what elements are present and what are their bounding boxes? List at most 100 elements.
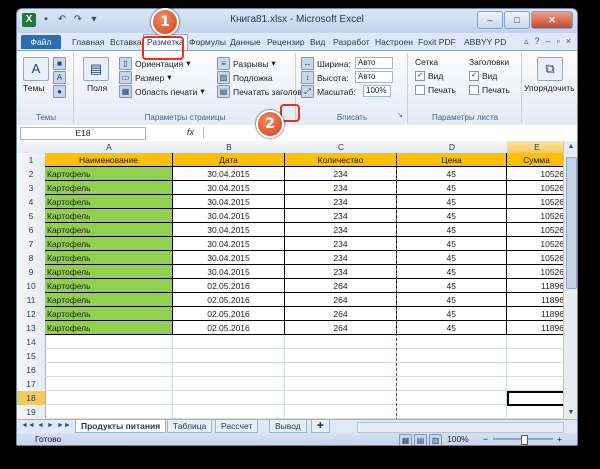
theme-colors-icon[interactable]: ■ (53, 57, 66, 70)
sheet-tab-products[interactable]: Продукты питания (75, 420, 167, 433)
insert-sheet-icon[interactable]: ✚ (311, 420, 330, 433)
next-sheet-icon[interactable]: ► (47, 422, 54, 429)
empty-cell[interactable] (173, 363, 285, 377)
empty-cell[interactable] (45, 391, 173, 405)
table-cell[interactable]: 45 (397, 209, 507, 223)
empty-cell[interactable] (397, 377, 507, 391)
table-cell[interactable]: Картофель (45, 279, 173, 293)
table-cell[interactable]: 02.05.2016 (173, 307, 285, 321)
table-cell[interactable]: 234 (285, 181, 397, 195)
empty-cell[interactable] (45, 363, 173, 377)
table-cell[interactable]: 10526 (507, 181, 563, 195)
empty-cell[interactable] (507, 335, 563, 349)
tab-file[interactable]: Файл (21, 35, 61, 49)
table-cell[interactable]: 264 (285, 307, 397, 321)
table-cell[interactable]: 30.04.2015 (173, 181, 285, 195)
empty-cell[interactable] (397, 405, 507, 419)
tab-data[interactable]: Данные (227, 35, 264, 49)
table-header-cell[interactable]: Дата (173, 153, 285, 167)
prev-sheet-icon[interactable]: ◄ (37, 422, 44, 429)
empty-cell[interactable] (507, 377, 563, 391)
empty-cell[interactable] (173, 349, 285, 363)
table-cell[interactable]: 234 (285, 195, 397, 209)
vertical-scrollbar[interactable]: ▲ ▼ (563, 141, 577, 419)
tab-developer[interactable]: Разработ (330, 35, 373, 49)
width-dropdown[interactable]: Авто (355, 57, 393, 69)
table-cell[interactable]: 10526 (507, 223, 563, 237)
workbook-close-icon[interactable]: × (566, 36, 571, 47)
empty-cell[interactable] (45, 349, 173, 363)
name-box[interactable]: E18 (20, 127, 146, 140)
spreadsheet-grid[interactable]: A B C D E 1 Наименование Дата Количество Цена Сумм… (17, 141, 563, 419)
table-cell[interactable]: 45 (397, 307, 507, 321)
row-header-1[interactable]: 1 (17, 153, 46, 168)
table-cell[interactable]: 264 (285, 293, 397, 307)
table-cell[interactable]: 234 (285, 251, 397, 265)
table-cell[interactable]: Картофель (45, 307, 173, 321)
table-cell[interactable]: 45 (397, 181, 507, 195)
table-cell[interactable]: 11896 (507, 321, 563, 335)
workbook-minimize-icon[interactable]: – (546, 36, 551, 47)
table-cell[interactable]: Картофель (45, 321, 173, 335)
table-cell[interactable]: 30.04.2015 (173, 195, 285, 209)
table-header-cell[interactable]: Количество (285, 153, 397, 167)
row-header-13[interactable]: 13 (17, 321, 46, 336)
normal-view-icon[interactable]: ▦ (399, 434, 412, 445)
row-header-12[interactable]: 12 (17, 307, 46, 322)
table-cell[interactable]: 45 (397, 293, 507, 307)
themes-button[interactable]: Темы (23, 83, 44, 93)
breaks-button[interactable]: ≡ Разрывы ▾ (217, 57, 276, 70)
empty-cell[interactable] (173, 391, 285, 405)
empty-cell[interactable] (45, 405, 173, 419)
table-cell[interactable]: 10526 (507, 167, 563, 181)
empty-cell[interactable] (285, 405, 397, 419)
table-cell[interactable]: 11896 (507, 307, 563, 321)
empty-cell[interactable] (507, 405, 563, 419)
headings-view-checkbox[interactable]: ✓ Вид (469, 71, 497, 81)
print-area-button[interactable]: ▦ Область печати ▾ (119, 85, 205, 98)
arrange-icon[interactable]: ⧉ (537, 57, 563, 81)
help-icon[interactable]: ? (535, 36, 540, 47)
table-cell[interactable]: 30.04.2015 (173, 237, 285, 251)
table-cell[interactable]: 45 (397, 265, 507, 279)
row-header-8[interactable]: 8 (17, 251, 46, 266)
table-cell[interactable]: 10526 (507, 195, 563, 209)
table-cell[interactable]: 10526 (507, 265, 563, 279)
empty-cell[interactable] (397, 335, 507, 349)
horizontal-scrollbar[interactable] (357, 422, 564, 433)
table-cell[interactable]: 45 (397, 321, 507, 335)
theme-fonts-icon[interactable]: A (53, 71, 66, 84)
ribbon-minimize-icon[interactable]: ▵ (524, 36, 529, 47)
close-button[interactable]: ✕ (531, 11, 573, 29)
empty-cell[interactable] (285, 349, 397, 363)
table-cell[interactable]: 10526 (507, 251, 563, 265)
sheet-tab-calculation[interactable]: Рассчет (215, 420, 259, 433)
empty-cell[interactable] (507, 349, 563, 363)
tab-insert[interactable]: Вставка (107, 35, 145, 49)
page-break-view-icon[interactable]: ▥ (429, 434, 442, 445)
workbook-restore-icon[interactable]: ▫ (557, 36, 560, 47)
table-cell[interactable]: Картофель (45, 195, 173, 209)
row-header-17[interactable]: 17 (17, 377, 46, 392)
themes-icon[interactable]: A (23, 57, 49, 81)
table-cell[interactable]: 30.04.2015 (173, 265, 285, 279)
maximize-button[interactable]: □ (504, 11, 530, 29)
zoom-out-button[interactable]: − (483, 433, 488, 445)
headings-print-checkbox[interactable]: Печать (469, 85, 510, 95)
tab-view[interactable]: Вид (307, 35, 328, 49)
table-cell[interactable]: Картофель (45, 293, 173, 307)
empty-cell[interactable] (397, 363, 507, 377)
scroll-down-icon[interactable]: ▼ (564, 407, 577, 419)
table-header-cell[interactable]: Сумма (507, 153, 563, 167)
empty-cell[interactable] (173, 335, 285, 349)
minimize-button[interactable]: – (477, 11, 503, 29)
tab-review[interactable]: Рецензир (264, 35, 308, 49)
zoom-level[interactable]: 100% (447, 433, 469, 445)
table-cell[interactable]: 30.04.2015 (173, 167, 285, 181)
table-cell[interactable]: 234 (285, 167, 397, 181)
empty-cell[interactable] (173, 405, 285, 419)
row-header-5[interactable]: 5 (17, 209, 46, 224)
table-cell[interactable]: 11896 (507, 293, 563, 307)
table-cell[interactable]: 11896 (507, 279, 563, 293)
tab-settings[interactable]: Настроен (372, 35, 416, 49)
